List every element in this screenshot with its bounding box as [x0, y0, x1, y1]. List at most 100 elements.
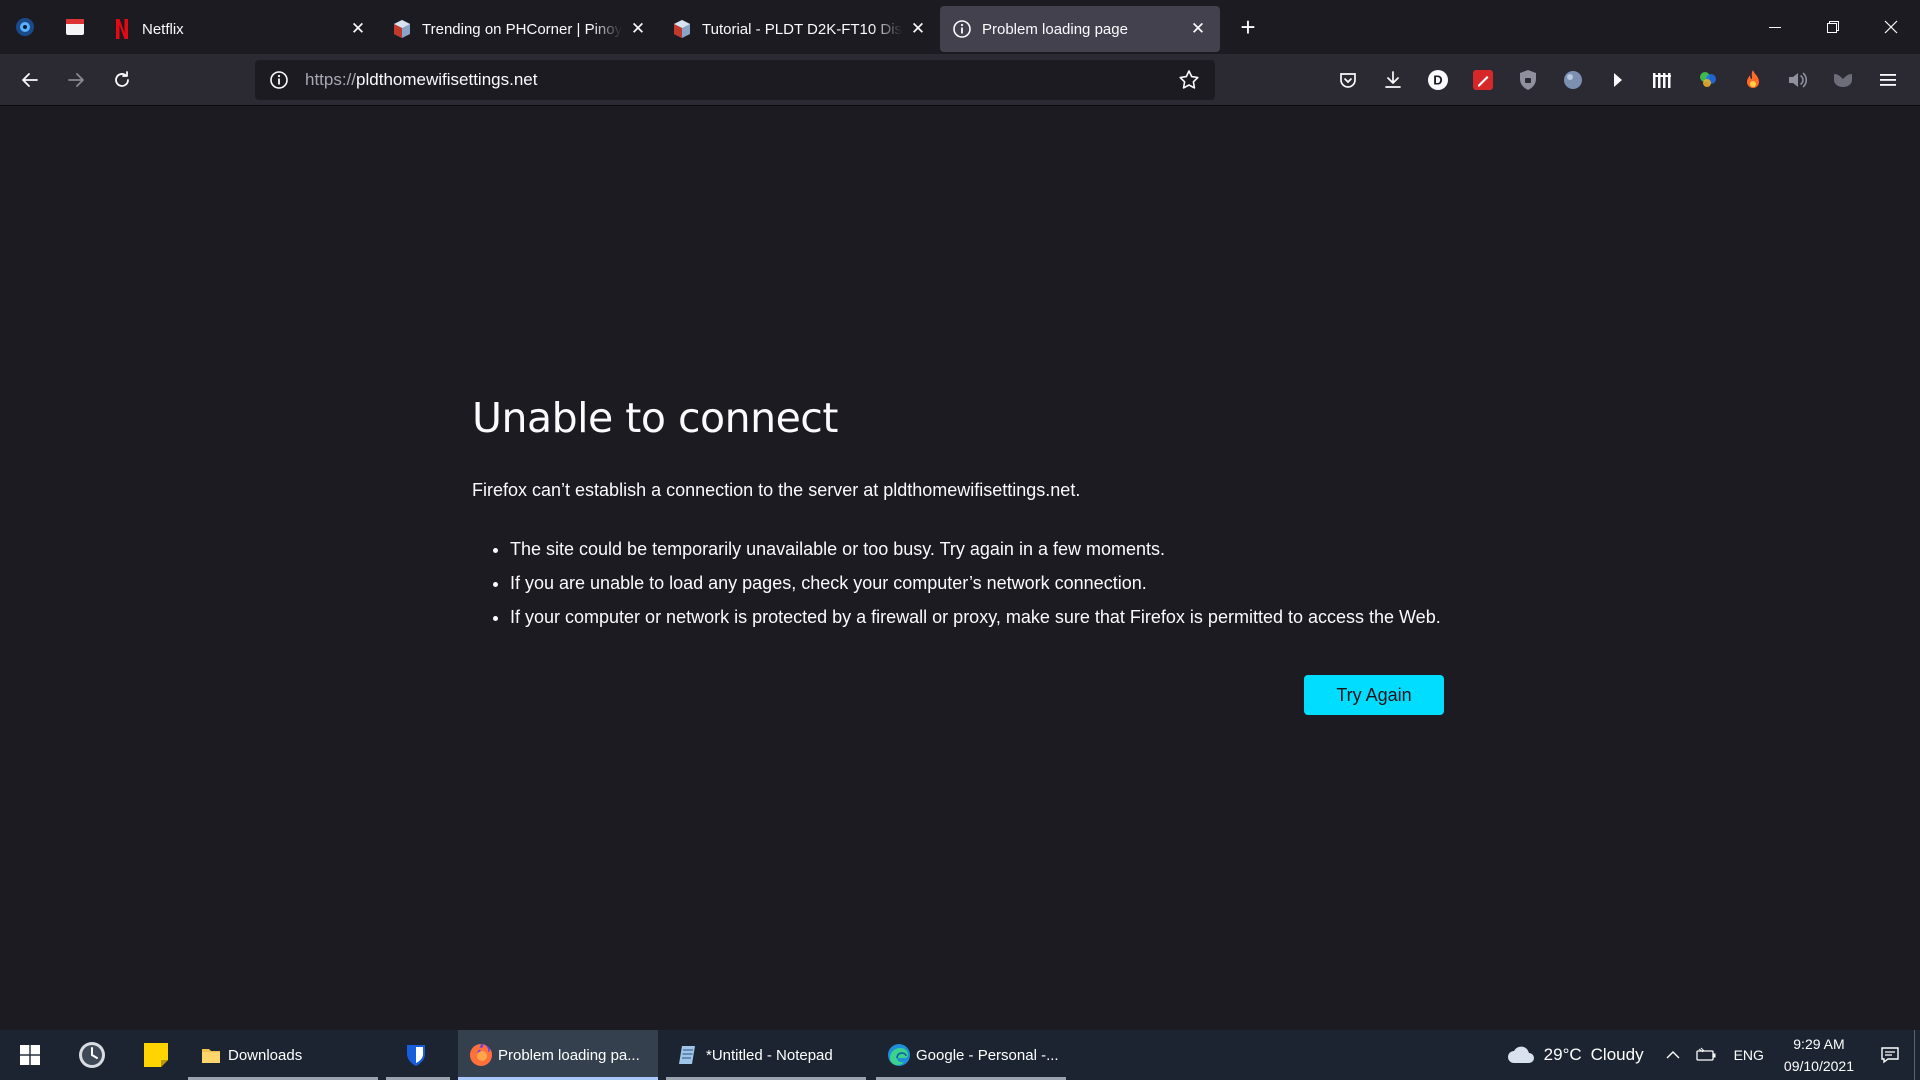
extension-red-button[interactable] — [1460, 58, 1505, 102]
notifications-button[interactable] — [1866, 1030, 1914, 1080]
taskbar-clock-app[interactable] — [60, 1030, 124, 1080]
tab-title: Trending on PHCorner | Pinoy In — [422, 20, 622, 38]
extension-d-button[interactable]: D — [1415, 58, 1460, 102]
pinned-site-icon — [66, 19, 84, 35]
taskbar-app-notepad[interactable]: *Untitled - Notepad — [666, 1030, 866, 1080]
battery-network-button[interactable] — [1688, 1030, 1726, 1080]
taskbar-clock[interactable]: 9:29 AM 09/10/2021 — [1772, 1030, 1866, 1080]
back-button[interactable] — [8, 58, 52, 102]
window-controls — [1746, 0, 1920, 54]
list-item: If you are unable to load any pages, che… — [510, 571, 1444, 595]
tab-phcorner-trending[interactable]: Trending on PHCorner | Pinoy In ✕ — [380, 6, 660, 52]
library-icon — [1652, 73, 1671, 88]
try-again-row: Try Again — [472, 675, 1444, 715]
notification-icon — [1881, 1047, 1899, 1064]
forward-button[interactable] — [54, 58, 98, 102]
mask-icon — [1833, 74, 1852, 87]
fire-icon — [1746, 70, 1759, 88]
netflix-icon — [112, 19, 132, 39]
app-label: Google - Personal -... — [916, 1046, 1059, 1064]
close-icon[interactable]: ✕ — [628, 19, 648, 39]
error-description: Firefox can’t establish a connection to … — [472, 480, 1081, 500]
toolbar-extensions: D — [1325, 54, 1910, 106]
pinned-tab-2[interactable] — [50, 0, 100, 54]
taskbar-app-edge[interactable]: Google - Personal -... — [876, 1030, 1066, 1080]
firefox-icon — [468, 1042, 494, 1068]
url-bar[interactable]: https://pldthomewifisettings.net — [255, 60, 1215, 100]
globe-icon — [1563, 71, 1582, 89]
app-label: Downloads — [228, 1046, 303, 1064]
chevron-right-icon — [1613, 73, 1622, 87]
close-icon — [1884, 20, 1898, 34]
extension-mask-button[interactable] — [1820, 58, 1865, 102]
bookmark-star-button[interactable] — [1175, 66, 1203, 94]
tab-problem-loading[interactable]: Problem loading page ✕ — [940, 6, 1220, 52]
close-icon[interactable]: ✕ — [348, 19, 368, 39]
close-icon[interactable]: ✕ — [1188, 19, 1208, 39]
site-info-icon[interactable] — [267, 68, 291, 92]
extension-globe-button[interactable] — [1550, 58, 1595, 102]
tab-title: Tutorial - PLDT D2K-FT10 Disab — [702, 20, 902, 38]
tab-strip: Netflix ✕ Trending on PHCorner | Pinoy I… — [0, 0, 1920, 54]
download-icon — [1384, 71, 1401, 88]
sticky-note-icon — [144, 1043, 168, 1067]
extension-colorful-button[interactable] — [1685, 58, 1730, 102]
tab-phcorner-tutorial[interactable]: Tutorial - PLDT D2K-FT10 Disab ✕ — [660, 6, 940, 52]
volume-button[interactable] — [1775, 58, 1820, 102]
pinned-tab-1[interactable] — [0, 0, 50, 54]
show-hidden-icons-button[interactable] — [1658, 1030, 1688, 1080]
error-title: Unable to connect — [472, 394, 838, 442]
taskbar-app-bitwarden[interactable] — [386, 1030, 450, 1080]
restore-icon — [1827, 21, 1839, 33]
folder-icon — [198, 1042, 224, 1068]
url-text[interactable]: https://pldthomewifisettings.net — [305, 70, 1175, 90]
weather-temp: 29°C — [1543, 1045, 1582, 1064]
pen-tool-icon — [1472, 70, 1493, 90]
pinned-app-icon — [16, 18, 34, 36]
weather-widget[interactable]: 29°C Cloudy — [1498, 1045, 1652, 1065]
try-again-button[interactable]: Try Again — [1304, 675, 1444, 715]
extension-fire-button[interactable] — [1730, 58, 1775, 102]
hamburger-menu-icon — [1879, 74, 1896, 86]
d-badge-icon: D — [1427, 70, 1448, 90]
downloads-button[interactable] — [1370, 58, 1415, 102]
edge-icon — [886, 1042, 912, 1068]
error-container: Unable to connect Firefox can’t establis… — [472, 394, 1444, 715]
pocket-icon — [1339, 73, 1356, 88]
close-window-button[interactable] — [1862, 0, 1920, 54]
start-button[interactable] — [0, 1030, 60, 1080]
clock-date: 09/10/2021 — [1783, 1058, 1854, 1074]
chevron-up-icon — [1666, 1051, 1680, 1059]
taskbar-app-downloads[interactable]: Downloads — [188, 1030, 378, 1080]
bitwarden-shield-icon — [403, 1042, 429, 1068]
minimize-button[interactable] — [1746, 0, 1804, 54]
phcorner-icon — [392, 19, 412, 39]
extension-shield-button[interactable] — [1505, 58, 1550, 102]
arrow-left-icon — [22, 72, 38, 87]
error-suggestions-list: The site could be temporarily unavailabl… — [472, 537, 1444, 629]
pocket-button[interactable] — [1325, 58, 1370, 102]
info-icon — [952, 19, 972, 39]
list-item: If your computer or network is protected… — [510, 605, 1444, 629]
restore-button[interactable] — [1804, 0, 1862, 54]
shield-icon — [1519, 70, 1536, 90]
library-button[interactable] — [1640, 58, 1685, 102]
taskbar-sticky-notes[interactable] — [124, 1030, 188, 1080]
close-icon[interactable]: ✕ — [908, 19, 928, 39]
reload-icon — [115, 70, 129, 87]
url-scheme: https:// — [305, 70, 357, 89]
windows-logo-icon — [20, 1045, 40, 1065]
tab-netflix[interactable]: Netflix ✕ — [100, 6, 380, 52]
new-tab-button[interactable]: + — [1226, 5, 1270, 49]
clock-time: 9:29 AM — [1793, 1036, 1845, 1052]
navigation-toolbar: https://pldthomewifisettings.net D — [0, 54, 1920, 106]
notepad-icon — [676, 1042, 702, 1068]
reload-button[interactable] — [100, 58, 144, 102]
arrow-right-icon — [68, 72, 84, 87]
extension-arrow-button[interactable] — [1595, 58, 1640, 102]
minimize-icon — [1769, 27, 1781, 28]
show-desktop-button[interactable] — [1914, 1030, 1920, 1080]
language-indicator[interactable]: ENG — [1726, 1030, 1772, 1080]
app-menu-button[interactable] — [1865, 58, 1910, 102]
taskbar-app-firefox[interactable]: Problem loading pa... — [458, 1030, 658, 1080]
